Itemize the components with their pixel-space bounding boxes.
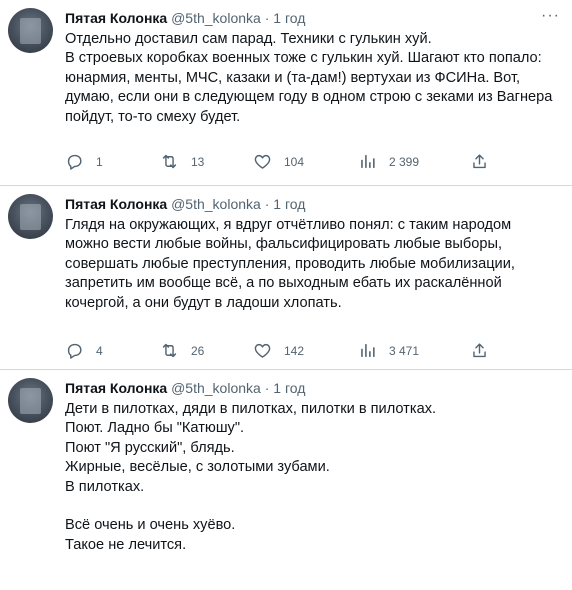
retweet-button[interactable]: 26 xyxy=(160,341,204,360)
reply-count: 4 xyxy=(96,343,103,358)
tweet-header: Пятая Колонка @5th_kolonka · 1 год xyxy=(65,195,562,213)
like-button[interactable]: 104 xyxy=(253,152,304,171)
tweet-text-line: Жирные, весёлые, с золотыми зубами. xyxy=(65,459,330,476)
retweet-icon xyxy=(162,154,177,169)
author-name[interactable]: Пятая Колонка xyxy=(65,10,167,26)
retweet-count: 13 xyxy=(191,154,205,169)
header-separator: · xyxy=(264,380,270,396)
tweet-text-line: Глядя на окружающих, я вдруг отчётливо п… xyxy=(65,217,512,233)
tweet-text-line: Дети в пилотках, дяди в пилотках, пилотк… xyxy=(65,401,437,417)
avatar[interactable] xyxy=(8,378,53,423)
like-count: 142 xyxy=(284,343,305,358)
tweet-text-line: Такое не лечится. xyxy=(65,536,187,553)
author-name[interactable]: Пятая Колонка xyxy=(65,380,167,396)
views-count: 2 399 xyxy=(389,154,420,169)
views-count: 3 471 xyxy=(389,343,420,358)
like-count: 104 xyxy=(284,154,305,169)
tweet-text: Отдельно доставил сам парад. Техники с г… xyxy=(65,30,562,127)
header-separator: · xyxy=(264,10,270,26)
reply-button[interactable]: 1 xyxy=(65,152,103,171)
tweet[interactable]: Пятая Колонка @5th_kolonka · 1 год Глядя… xyxy=(0,186,572,370)
tweet-time[interactable]: 1 год xyxy=(273,196,305,212)
views-button[interactable]: 3 471 xyxy=(358,341,419,360)
tweet-actions: 4 26 142 3 471 xyxy=(65,341,495,365)
reply-count: 1 xyxy=(96,154,103,169)
tweet-text-line: запретить им вообще всё, а по выходным е… xyxy=(65,275,502,292)
tweet[interactable]: Пятая Колонка @5th_kolonka · 1 год Дети … xyxy=(0,370,572,590)
tweet-text-line: В пилотках. xyxy=(65,478,145,495)
analytics-icon xyxy=(361,155,375,168)
author-name[interactable]: Пятая Колонка xyxy=(65,196,167,212)
header-separator: · xyxy=(264,196,270,212)
author-handle[interactable]: @5th_kolonka xyxy=(171,380,261,396)
tweet-header: Пятая Колонка @5th_kolonka · 1 год xyxy=(65,379,562,397)
author-handle[interactable]: @5th_kolonka xyxy=(171,10,261,26)
reply-button[interactable]: 4 xyxy=(65,341,103,360)
avatar[interactable] xyxy=(8,8,53,53)
like-button[interactable]: 142 xyxy=(253,341,304,360)
retweet-icon xyxy=(162,343,177,358)
tweet-text-line: Поют. Ладно бы "Катюшу". xyxy=(65,420,245,437)
tweet-text-line: совершать любые преступления, проводить … xyxy=(65,255,515,272)
tweet-text-line: юнармия, менты, МЧС, казаки и (та-дам!) … xyxy=(65,69,521,86)
tweet-text-line: Отдельно доставил сам парад. Техники с г… xyxy=(65,31,432,47)
tweet-time[interactable]: 1 год xyxy=(273,380,305,396)
tweet-text: Дети в пилотках, дяди в пилотках, пилотк… xyxy=(65,400,562,555)
tweet-text-line: пойдут, то-то смеху будет. xyxy=(65,108,241,125)
tweet-actions: 1 13 104 2 399 xyxy=(65,152,495,176)
heart-icon xyxy=(254,343,271,358)
tweet-text-line: думаю, если они в следующем году в одном… xyxy=(65,89,553,106)
retweet-count: 26 xyxy=(191,343,205,358)
tweet-header: Пятая Колонка @5th_kolonka · 1 год xyxy=(65,9,562,27)
heart-icon xyxy=(254,154,271,169)
tweet-text-line: Поют "Я русский", блядь. xyxy=(65,439,235,456)
views-button[interactable]: 2 399 xyxy=(358,152,419,171)
tweet-text-line: Всё очень и очень хуёво. xyxy=(65,517,236,534)
share-icon xyxy=(473,154,486,169)
analytics-icon xyxy=(361,344,375,357)
share-icon xyxy=(473,343,486,358)
share-button[interactable] xyxy=(470,152,489,171)
reply-icon xyxy=(67,343,82,359)
reply-icon xyxy=(67,154,82,170)
tweet-time[interactable]: 1 год xyxy=(273,10,305,26)
avatar[interactable] xyxy=(8,194,53,239)
author-handle[interactable]: @5th_kolonka xyxy=(171,196,261,212)
tweet-text-blank-line xyxy=(65,497,562,516)
tweet[interactable]: Пятая Колонка @5th_kolonka · 1 год ··· О… xyxy=(0,0,572,186)
tweet-text-line: В строевых коробках военных тоже с гульк… xyxy=(65,50,542,67)
tweet-text-line: кочергой, а они будут в ладоши хлопать. xyxy=(65,294,342,311)
tweet-text: Глядя на окружающих, я вдруг отчётливо п… xyxy=(65,216,562,313)
tweet-text-line: можно вести любые войны, фальсифицироват… xyxy=(65,236,503,253)
share-button[interactable] xyxy=(470,341,489,360)
retweet-button[interactable]: 13 xyxy=(160,152,204,171)
more-options-icon[interactable]: ··· xyxy=(541,7,560,25)
